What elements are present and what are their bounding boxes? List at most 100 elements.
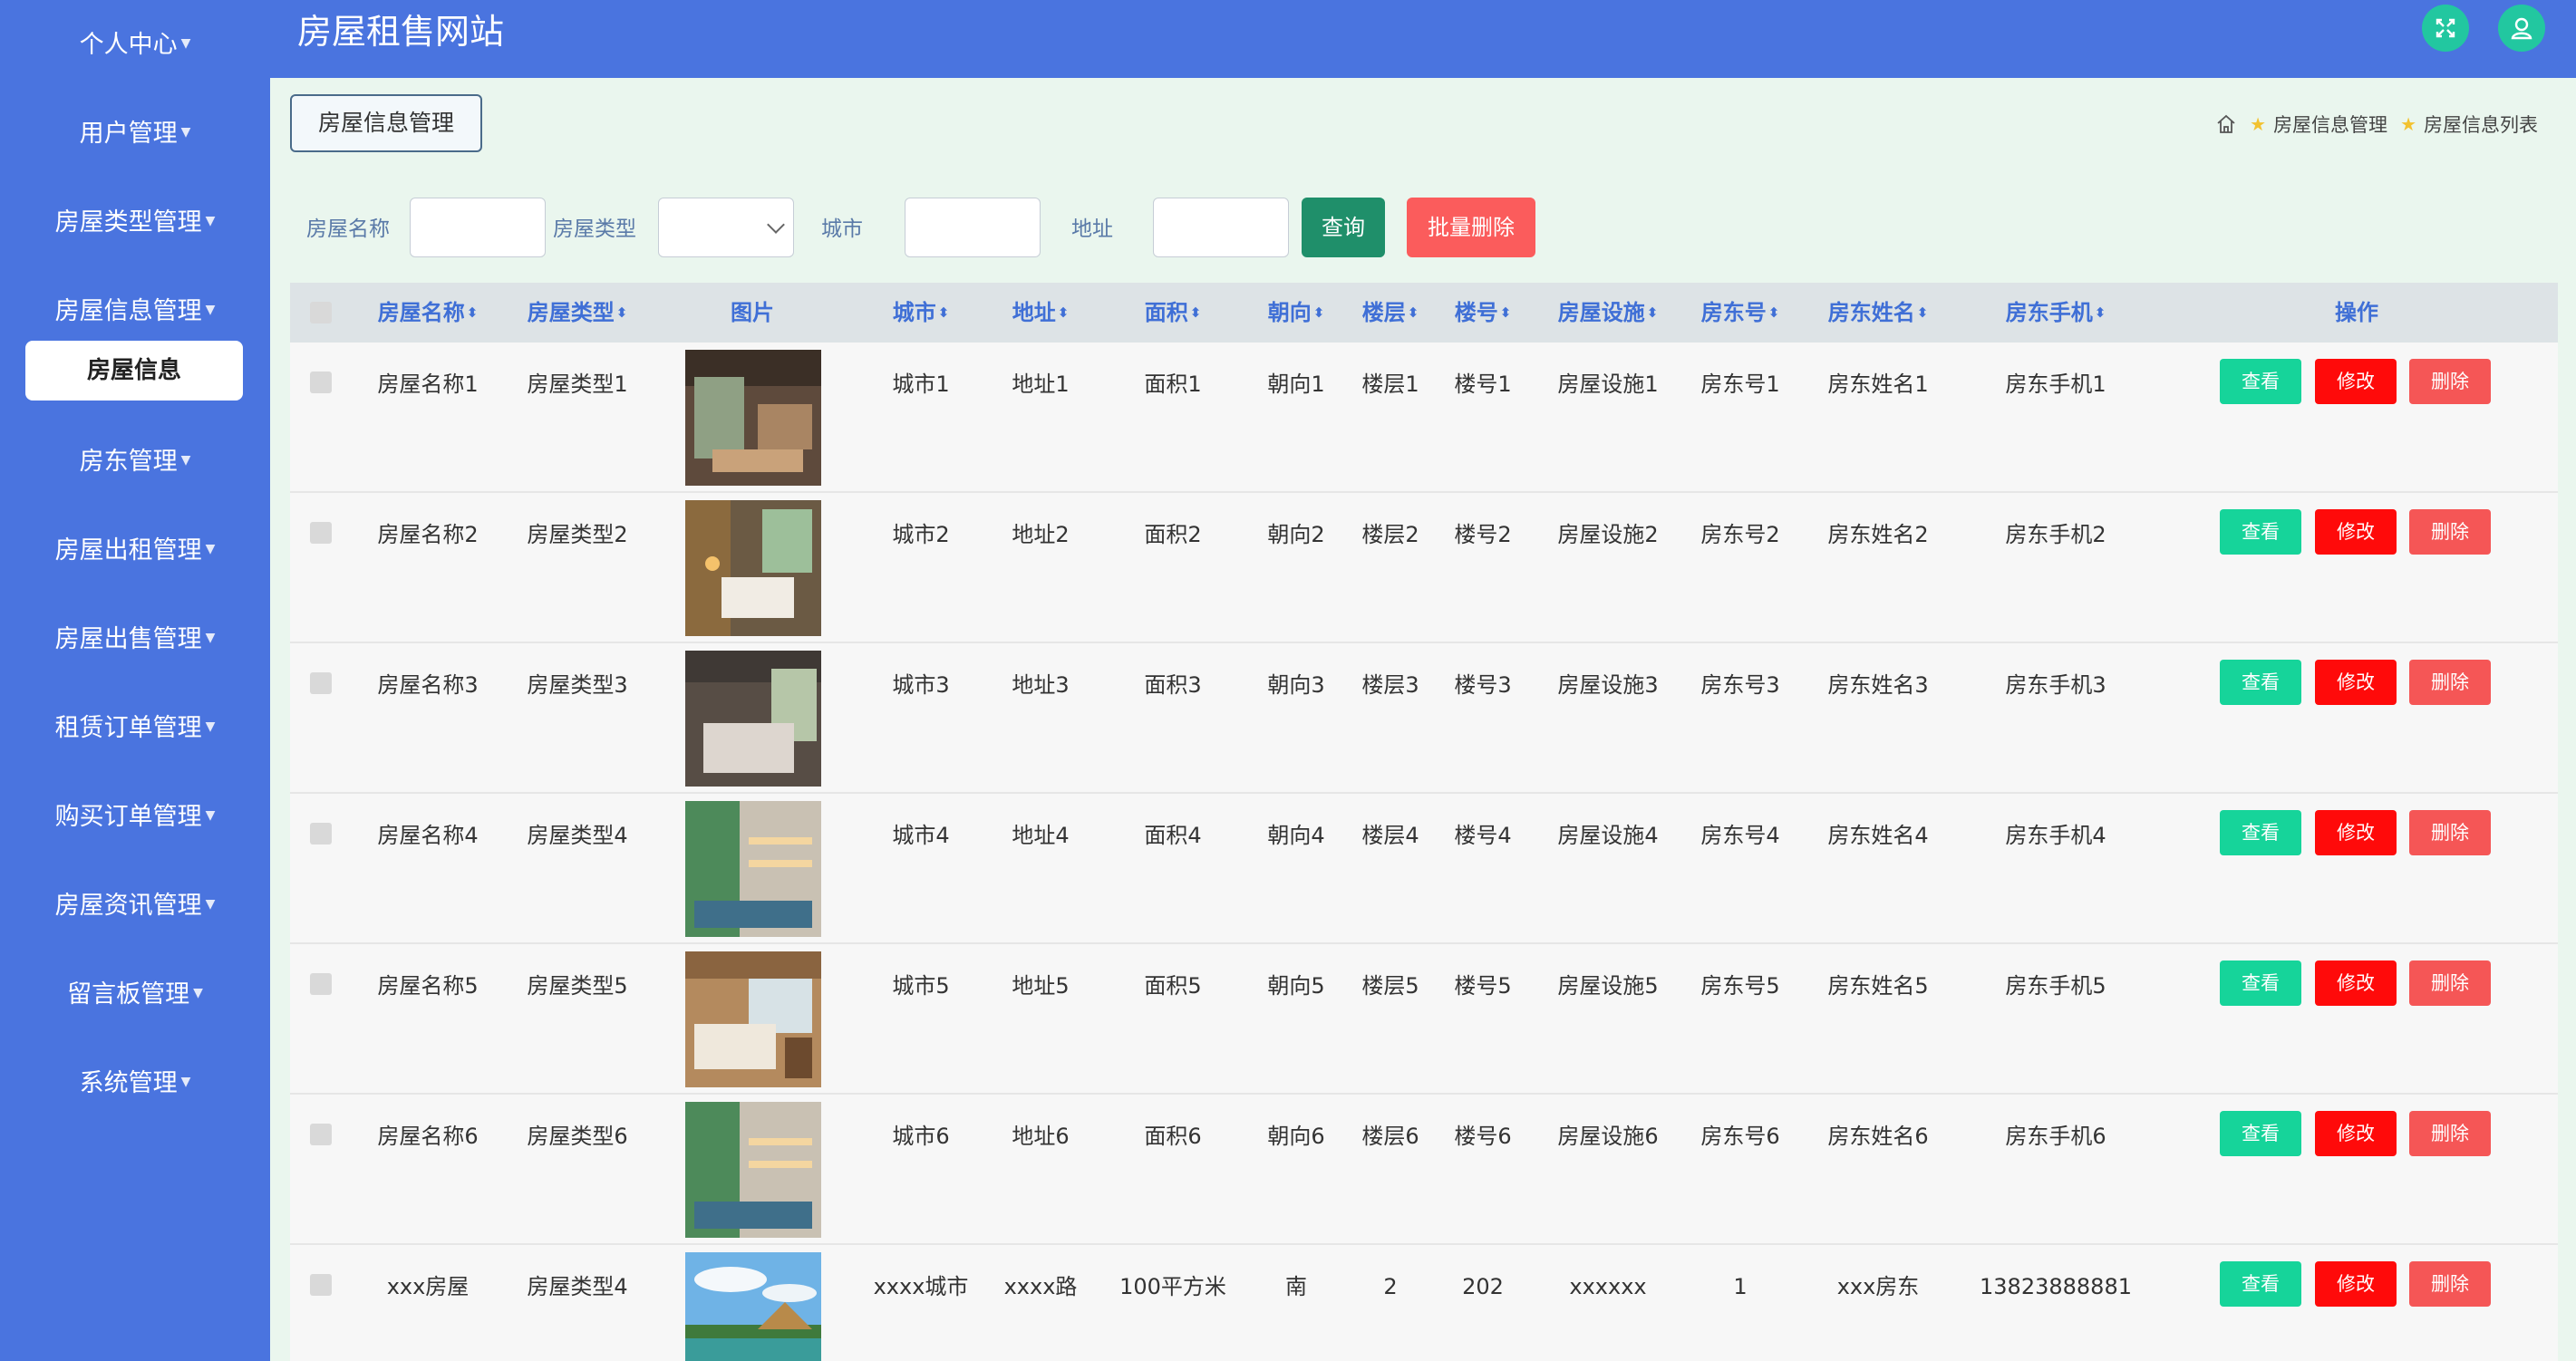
delete-button[interactable]: 删除 bbox=[2409, 509, 2491, 555]
fullscreen-button[interactable] bbox=[2422, 5, 2469, 52]
select-all-checkbox[interactable] bbox=[310, 302, 332, 323]
delete-button[interactable]: 删除 bbox=[2409, 359, 2491, 404]
sidebar-item-message-board-management[interactable]: 留言板管理 ▼ bbox=[0, 966, 270, 1020]
sidebar-item-purchase-order-management[interactable]: 购买订单管理 ▼ bbox=[0, 788, 270, 843]
row-checkbox[interactable] bbox=[310, 973, 332, 995]
fullscreen-icon bbox=[2436, 18, 2455, 38]
view-button[interactable]: 查看 bbox=[2220, 359, 2301, 404]
cell-city: 城市4 bbox=[892, 823, 950, 848]
caret-down-icon: ▼ bbox=[205, 808, 216, 823]
delete-button[interactable]: 删除 bbox=[2409, 810, 2491, 855]
cell-orientation: 朝向1 bbox=[1267, 372, 1325, 397]
house-type-select[interactable] bbox=[658, 198, 794, 257]
address-input[interactable] bbox=[1153, 198, 1289, 257]
column-header-landlord-phone[interactable]: 房东手机 ⬍ bbox=[2006, 283, 2106, 343]
sort-icon: ⬍ bbox=[937, 304, 950, 321]
column-header-building[interactable]: 楼号 ⬍ bbox=[1455, 283, 1512, 343]
column-header-address[interactable]: 地址 ⬍ bbox=[1012, 283, 1070, 343]
sidebar-item-landlord-management[interactable]: 房东管理 ▼ bbox=[0, 433, 270, 487]
column-header-orientation[interactable]: 朝向 ⬍ bbox=[1268, 283, 1325, 343]
house-name-input[interactable] bbox=[410, 198, 546, 257]
column-header-landlord-no[interactable]: 房东号 ⬍ bbox=[1701, 283, 1780, 343]
edit-button[interactable]: 修改 bbox=[2315, 1111, 2397, 1156]
sidebar-item-label: 留言板管理 bbox=[67, 980, 190, 1009]
table-row: 房屋名称1 房屋类型1 城市1 地址1 面积1 朝向1 楼层1 楼号1 房屋设施… bbox=[290, 343, 2558, 493]
delete-button[interactable]: 删除 bbox=[2409, 1261, 2491, 1307]
column-header-actions: 操作 bbox=[2335, 300, 2378, 325]
sort-icon: ⬍ bbox=[1057, 304, 1070, 321]
cell-landlord-no: 房东号4 bbox=[1700, 823, 1780, 848]
cell-landlord-phone: 房东手机5 bbox=[2005, 973, 2106, 999]
row-checkbox[interactable] bbox=[310, 823, 332, 845]
cell-landlord-no: 房东号6 bbox=[1700, 1124, 1780, 1149]
column-header-name[interactable]: 房屋名称 ⬍ bbox=[378, 283, 479, 343]
caret-down-icon: ▼ bbox=[180, 1075, 191, 1089]
sidebar-item-rental-order-management[interactable]: 租赁订单管理 ▼ bbox=[0, 700, 270, 754]
edit-button[interactable]: 修改 bbox=[2315, 810, 2397, 855]
user-button[interactable] bbox=[2498, 5, 2545, 52]
cell-orientation: 南 bbox=[1285, 1274, 1307, 1299]
column-header-landlord-name[interactable]: 房东姓名 ⬍ bbox=[1828, 283, 1929, 343]
house-image bbox=[685, 350, 821, 486]
view-button[interactable]: 查看 bbox=[2220, 960, 2301, 1006]
sidebar-item-house-news-management[interactable]: 房屋资讯管理 ▼ bbox=[0, 877, 270, 931]
sidebar-item-label: 购买订单管理 bbox=[54, 803, 202, 831]
query-button[interactable]: 查询 bbox=[1302, 198, 1385, 257]
delete-button[interactable]: 删除 bbox=[2409, 660, 2491, 705]
column-header-type[interactable]: 房屋类型 ⬍ bbox=[528, 283, 628, 343]
cell-type: 房屋类型2 bbox=[527, 522, 628, 547]
column-header-area[interactable]: 面积 ⬍ bbox=[1145, 283, 1202, 343]
edit-button[interactable]: 修改 bbox=[2315, 509, 2397, 555]
sort-icon: ⬍ bbox=[1189, 304, 1202, 321]
breadcrumb: ★ 房屋信息管理 ★ 房屋信息列表 bbox=[2215, 111, 2538, 138]
cell-name: 房屋名称4 bbox=[377, 823, 479, 848]
row-checkbox[interactable] bbox=[310, 522, 332, 544]
edit-button[interactable]: 修改 bbox=[2315, 1261, 2397, 1307]
sidebar-item-label: 房屋资讯管理 bbox=[54, 892, 202, 920]
cell-landlord-name: 房东姓名3 bbox=[1827, 672, 1929, 698]
view-button[interactable]: 查看 bbox=[2220, 1261, 2301, 1307]
column-header-city[interactable]: 城市 ⬍ bbox=[893, 283, 950, 343]
house-image bbox=[685, 801, 821, 937]
row-checkbox[interactable] bbox=[310, 1124, 332, 1145]
breadcrumb-item-house-info-management[interactable]: 房屋信息管理 bbox=[2273, 111, 2387, 138]
batch-delete-button[interactable]: 批量删除 bbox=[1407, 198, 1535, 257]
sidebar-subitem-house-info[interactable]: 房屋信息 bbox=[25, 341, 243, 401]
edit-button[interactable]: 修改 bbox=[2315, 359, 2397, 404]
view-button[interactable]: 查看 bbox=[2220, 1111, 2301, 1156]
cell-landlord-name: xxx房东 bbox=[1836, 1274, 1920, 1299]
row-checkbox[interactable] bbox=[310, 672, 332, 694]
cell-floor: 楼层3 bbox=[1361, 672, 1419, 698]
row-checkbox[interactable] bbox=[310, 372, 332, 393]
edit-button[interactable]: 修改 bbox=[2315, 960, 2397, 1006]
view-button[interactable]: 查看 bbox=[2220, 509, 2301, 555]
view-button[interactable]: 查看 bbox=[2220, 660, 2301, 705]
home-icon[interactable] bbox=[2215, 113, 2237, 135]
cell-building: 楼号6 bbox=[1454, 1124, 1512, 1149]
sidebar-item-house-info-management[interactable]: 房屋信息管理 ▼ bbox=[0, 283, 270, 337]
row-checkbox[interactable] bbox=[310, 1274, 332, 1296]
delete-button[interactable]: 删除 bbox=[2409, 960, 2491, 1006]
sidebar-item-house-sale-management[interactable]: 房屋出售管理 ▼ bbox=[0, 611, 270, 665]
view-button[interactable]: 查看 bbox=[2220, 810, 2301, 855]
edit-button[interactable]: 修改 bbox=[2315, 660, 2397, 705]
sidebar-item-personal-center[interactable]: 个人中心 ▼ bbox=[0, 16, 270, 71]
cell-landlord-no: 房东号5 bbox=[1700, 973, 1780, 999]
sort-icon: ⬍ bbox=[1767, 304, 1780, 321]
delete-button[interactable]: 删除 bbox=[2409, 1111, 2491, 1156]
breadcrumb-item-house-info-list: 房屋信息列表 bbox=[2424, 114, 2538, 136]
cell-address: 地址1 bbox=[1012, 372, 1070, 397]
caret-down-icon: ▼ bbox=[180, 36, 191, 51]
sidebar-item-house-type-management[interactable]: 房屋类型管理 ▼ bbox=[0, 194, 270, 248]
sidebar-item-user-management[interactable]: 用户管理 ▼ bbox=[0, 105, 270, 159]
city-input[interactable] bbox=[905, 198, 1041, 257]
page-title-tag[interactable]: 房屋信息管理 bbox=[290, 94, 482, 152]
column-header-facilities[interactable]: 房屋设施 ⬍ bbox=[1558, 283, 1659, 343]
column-header-floor[interactable]: 楼层 ⬍ bbox=[1362, 283, 1419, 343]
cell-area: 面积6 bbox=[1144, 1124, 1202, 1149]
sidebar-item-house-rent-management[interactable]: 房屋出租管理 ▼ bbox=[0, 522, 270, 576]
cell-landlord-no: 房东号3 bbox=[1700, 672, 1780, 698]
sidebar-item-system-management[interactable]: 系统管理 ▼ bbox=[0, 1055, 270, 1109]
cell-name: 房屋名称1 bbox=[377, 372, 479, 397]
cell-landlord-name: 房东姓名4 bbox=[1827, 823, 1929, 848]
